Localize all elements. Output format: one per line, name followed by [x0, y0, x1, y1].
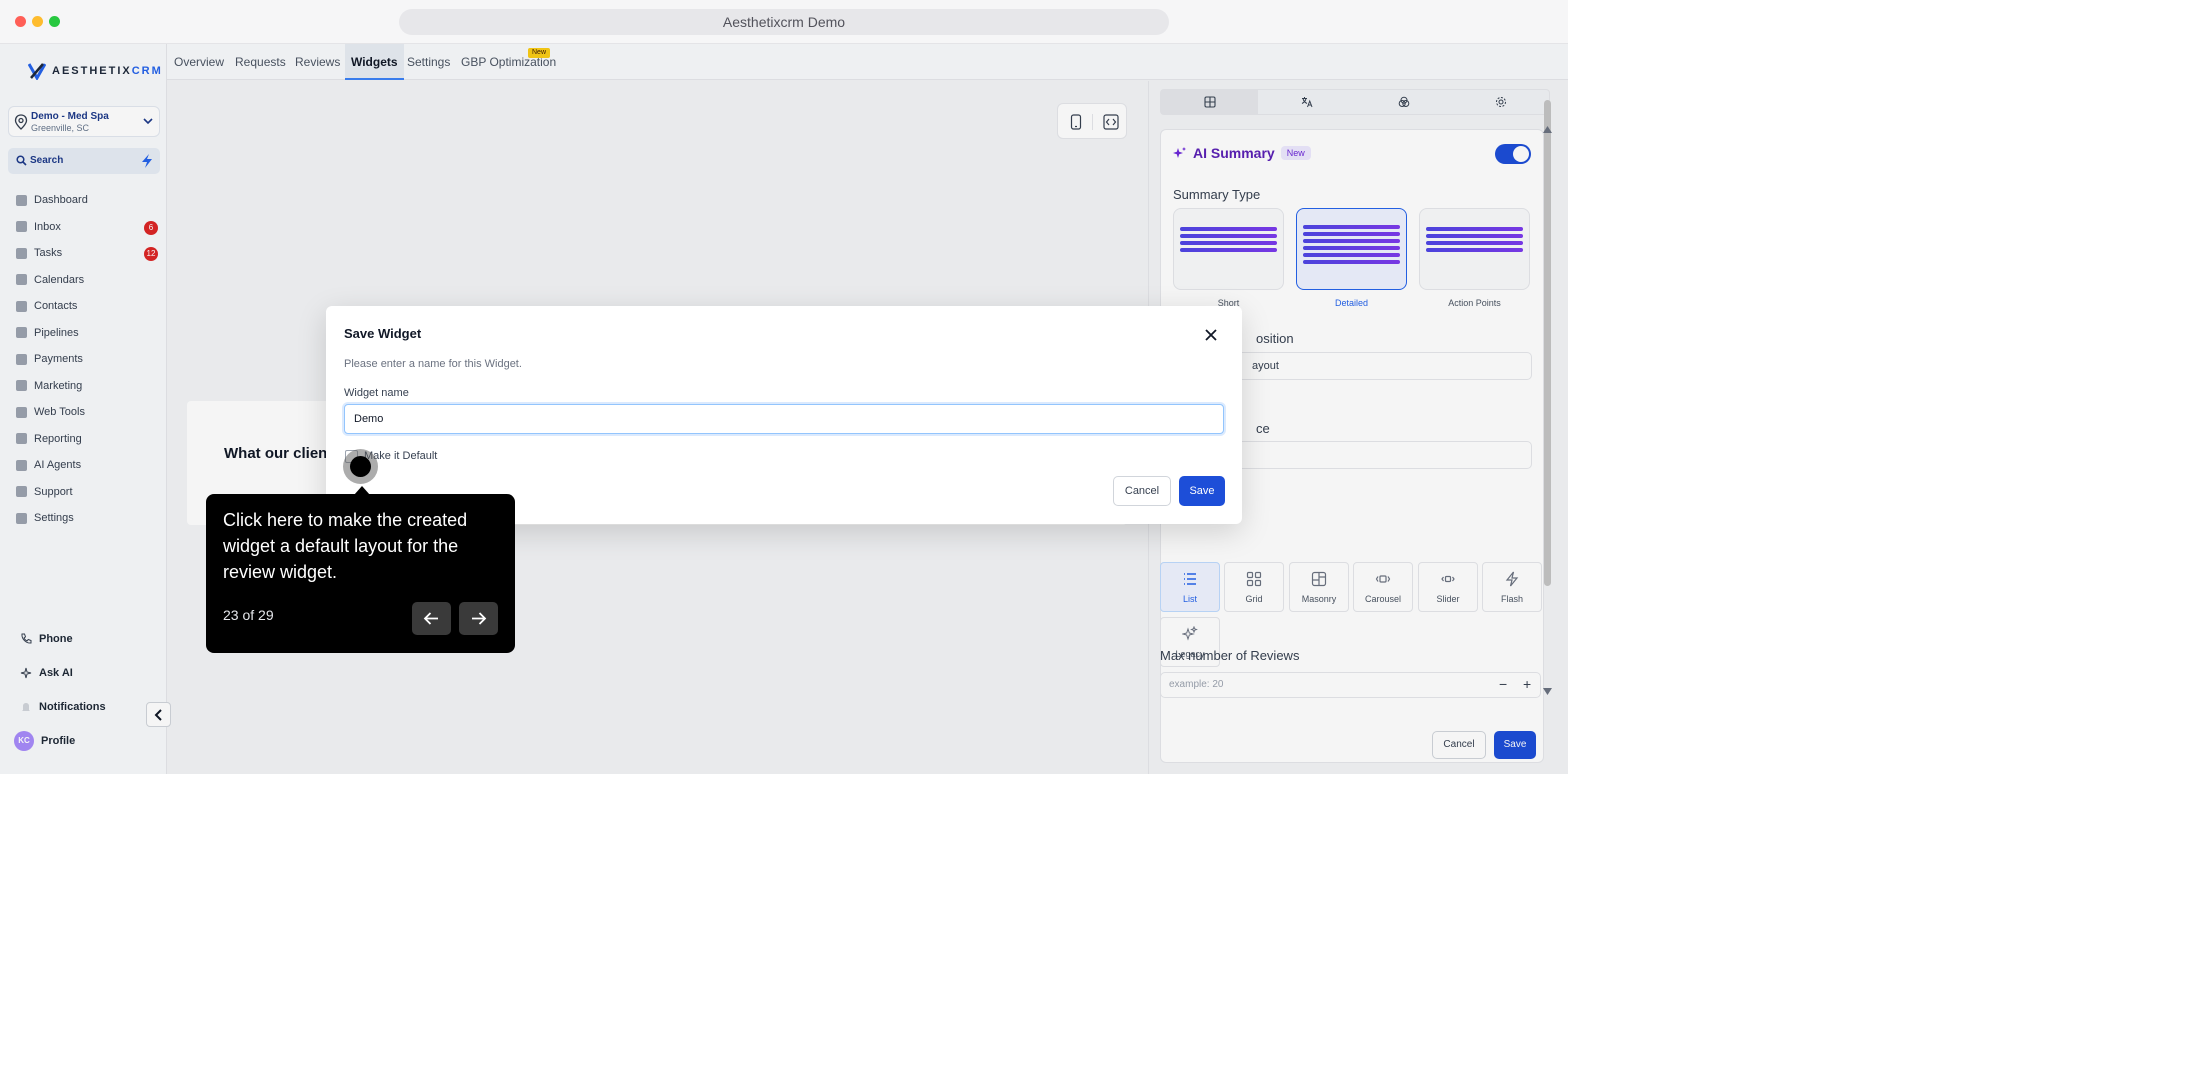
- browser-title-bar: Aesthetixcrm Demo: [0, 0, 1568, 44]
- close-window-button[interactable]: [15, 16, 26, 27]
- address-bar[interactable]: Aesthetixcrm Demo: [399, 9, 1169, 35]
- widget-name-label: Widget name: [344, 387, 409, 399]
- maximize-window-button[interactable]: [49, 16, 60, 27]
- arrow-right-icon: [472, 612, 487, 625]
- save-button[interactable]: Save: [1179, 476, 1225, 506]
- guide-text: Click here to make the created widget a …: [223, 510, 468, 582]
- close-icon[interactable]: [1204, 328, 1218, 342]
- guide-tooltip: Click here to make the created widget a …: [206, 494, 515, 653]
- cancel-button[interactable]: Cancel: [1113, 476, 1171, 506]
- guide-next-button[interactable]: [459, 602, 498, 635]
- arrow-left-icon: [423, 612, 438, 625]
- minimize-window-button[interactable]: [32, 16, 43, 27]
- guide-previous-button[interactable]: [412, 602, 451, 635]
- guide-step-counter: 23 of 29: [223, 607, 274, 623]
- save-widget-dialog: Save Widget Please enter a name for this…: [326, 306, 1242, 524]
- dialog-title: Save Widget: [344, 326, 422, 341]
- dialog-description: Please enter a name for this Widget.: [344, 358, 522, 370]
- widget-name-input[interactable]: [344, 404, 1224, 434]
- guide-hotspot[interactable]: [343, 449, 378, 484]
